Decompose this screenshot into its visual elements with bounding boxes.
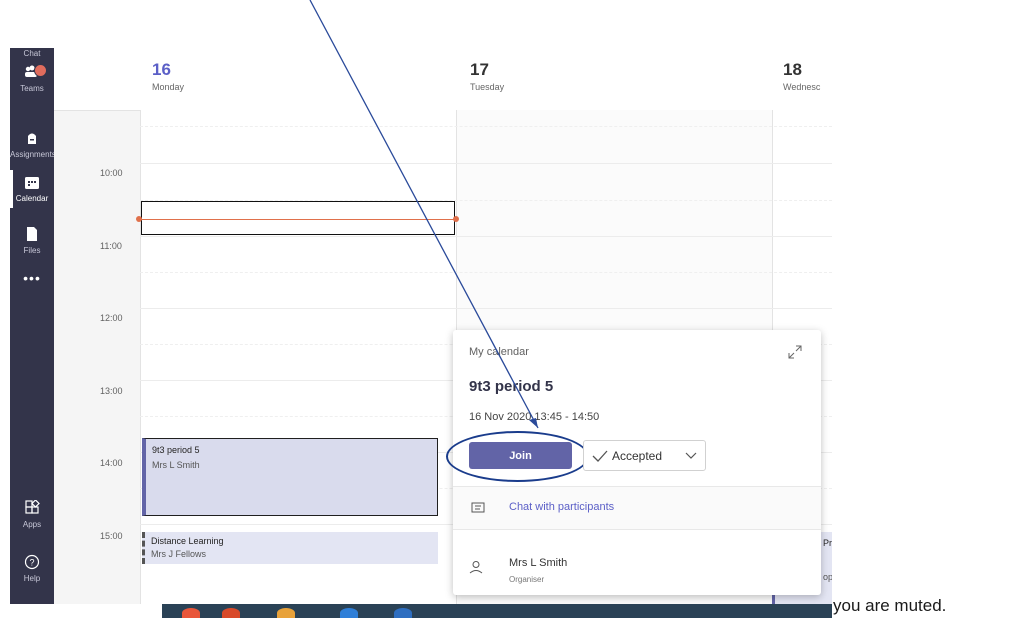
sidebar-item-assignments[interactable]: Assignments — [10, 130, 56, 159]
expand-icon[interactable] — [787, 344, 803, 360]
meeting-details-popup: My calendar 9t3 period 5 16 Nov 2020 13:… — [446, 330, 821, 595]
hour-line — [140, 236, 832, 237]
time-label: 14:00 — [100, 458, 123, 468]
sidebar-item-help[interactable]: ? Help — [10, 554, 54, 583]
sidebar-item-label: Assignments — [10, 150, 56, 159]
files-icon — [27, 227, 37, 241]
app-icon[interactable] — [182, 608, 200, 618]
calendar-icon — [25, 177, 39, 189]
event-title: Distance Learning — [151, 536, 224, 546]
chevron-down-icon — [685, 452, 697, 459]
time-label: 12:00 — [100, 313, 123, 323]
time-label: 10:00 — [100, 168, 123, 178]
app-icon[interactable] — [340, 608, 358, 618]
sidebar-item-label: Files — [23, 246, 41, 255]
event-subtitle: op — [823, 572, 832, 582]
person-icon — [469, 561, 483, 574]
app-icon[interactable] — [394, 608, 412, 618]
sidebar-item-chat[interactable]: Chat — [10, 48, 54, 58]
time-label: 15:00 — [100, 531, 123, 541]
sidebar-item-apps[interactable]: Apps — [10, 499, 54, 529]
day-number-tuesday[interactable]: 17 — [470, 60, 489, 80]
current-time-dot — [136, 216, 142, 222]
chat-with-participants-button[interactable]: Chat with participants — [453, 487, 821, 529]
current-time-line — [138, 219, 456, 220]
assignments-icon — [28, 133, 36, 144]
selected-slot[interactable] — [141, 201, 455, 235]
caption-text: you are muted. — [833, 596, 947, 615]
event-title: 9t3 period 5 — [152, 445, 200, 455]
time-label: 13:00 — [100, 386, 123, 396]
more-apps-button[interactable]: ••• — [10, 270, 54, 286]
sidebar-item-label: Teams — [20, 84, 44, 93]
rsvp-dropdown[interactable]: Accepted — [583, 440, 706, 471]
event-organiser: Mrs L Smith — [152, 460, 200, 470]
meeting-title: 9t3 period 5 — [469, 378, 554, 395]
chat-label: Chat with participants — [509, 501, 615, 513]
app-sidebar: Chat Teams Assignments Calendar Files ••… — [10, 48, 56, 604]
sidebar-item-label: Help — [23, 574, 41, 583]
join-highlight-circle — [446, 431, 589, 482]
day-column-monday[interactable] — [140, 110, 457, 604]
time-label: 11:00 — [100, 241, 122, 251]
hour-line — [140, 308, 832, 309]
calendar-header: 16 Monday 17 Tuesday 18 Wednesc — [54, 48, 832, 111]
event-title: Pr — [823, 538, 832, 548]
half-hour-line — [140, 126, 832, 127]
apps-icon — [25, 499, 40, 514]
sidebar-item-files[interactable]: Files — [10, 226, 54, 255]
help-icon: ? — [24, 554, 40, 570]
more-icon: ••• — [23, 270, 41, 286]
app-icon[interactable] — [277, 608, 295, 618]
sidebar-item-teams[interactable]: Teams — [10, 64, 54, 93]
meeting-time: 16 Nov 2020 13:45 - 14:50 — [469, 411, 600, 423]
day-name-monday: Monday — [152, 82, 185, 92]
divider — [453, 529, 821, 530]
day-name-wednesday: Wednesc — [783, 82, 821, 92]
half-hour-line — [140, 272, 832, 273]
app-icon[interactable] — [222, 608, 240, 618]
calendar-event[interactable]: 9t3 period 5 Mrs L Smith — [142, 438, 438, 516]
calendar-label: My calendar — [469, 346, 529, 358]
sidebar-item-label: Chat — [23, 49, 41, 58]
chat-icon — [471, 502, 485, 513]
calendar-event[interactable]: Distance Learning Mrs J Fellows — [142, 532, 438, 564]
rsvp-label: Accepted — [612, 449, 663, 463]
day-number-monday[interactable]: 16 — [152, 60, 171, 80]
svg-text:?: ? — [29, 558, 34, 568]
check-icon — [592, 450, 608, 462]
notification-badge — [34, 64, 47, 77]
organiser-name[interactable]: Mrs L Smith — [509, 557, 567, 569]
sidebar-item-label: Calendar — [15, 194, 49, 203]
day-number-wednesday[interactable]: 18 — [783, 60, 802, 80]
current-time-dot — [453, 216, 459, 222]
windows-taskbar — [162, 604, 832, 618]
event-organiser: Mrs J Fellows — [151, 549, 207, 559]
sidebar-item-calendar[interactable]: Calendar — [10, 176, 54, 203]
hour-line — [140, 163, 832, 164]
sidebar-item-label: Apps — [22, 520, 42, 529]
day-name-tuesday: Tuesday — [470, 82, 505, 92]
organiser-role: Organiser — [509, 575, 545, 584]
